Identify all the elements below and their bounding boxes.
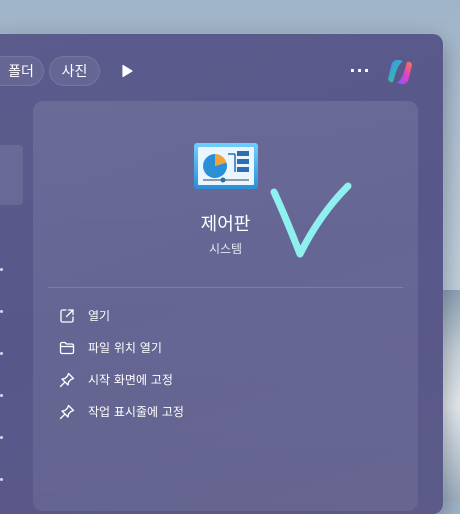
- pin-icon: [58, 371, 76, 389]
- list-bullet: [0, 310, 3, 313]
- open-external-icon: [58, 307, 76, 325]
- list-bullet: [0, 394, 3, 397]
- detail-divider: [48, 287, 403, 288]
- list-bullet: [0, 352, 3, 355]
- list-bullet: [0, 268, 3, 271]
- action-open[interactable]: 열기: [58, 305, 258, 327]
- copilot-icon: [388, 59, 412, 85]
- action-open-file-location[interactable]: 파일 위치 열기: [58, 337, 258, 359]
- filter-photos-label: 사진: [61, 64, 88, 80]
- filter-folders-label: 폴더: [8, 64, 34, 80]
- pin-icon: [58, 403, 76, 421]
- control-panel-icon: [193, 142, 259, 192]
- filter-photos-button[interactable]: 사진: [49, 56, 100, 86]
- filter-folders-button[interactable]: 폴더: [0, 56, 44, 86]
- checkmark-annotation-icon: [268, 180, 354, 262]
- action-pin-to-start-label: 시작 화면에 고정: [88, 373, 173, 387]
- list-bullet: [0, 478, 3, 481]
- scroll-filters-button[interactable]: [118, 62, 136, 80]
- play-icon: [122, 64, 133, 78]
- more-options-button[interactable]: ···: [348, 62, 372, 80]
- action-pin-to-taskbar-label: 작업 표시줄에 고정: [88, 405, 184, 419]
- app-name: 제어판: [200, 214, 251, 235]
- action-open-label: 열기: [88, 309, 111, 323]
- copilot-button[interactable]: [384, 57, 416, 87]
- result-item-selected[interactable]: [0, 145, 23, 205]
- more-options-label: ···: [349, 61, 371, 80]
- list-bullet: [0, 436, 3, 439]
- app-category: 시스템: [208, 242, 243, 256]
- action-pin-to-taskbar[interactable]: 작업 표시줄에 고정: [58, 401, 258, 423]
- action-pin-to-start[interactable]: 시작 화면에 고정: [58, 369, 258, 391]
- folder-icon: [58, 339, 76, 357]
- action-open-file-location-label: 파일 위치 열기: [88, 341, 162, 355]
